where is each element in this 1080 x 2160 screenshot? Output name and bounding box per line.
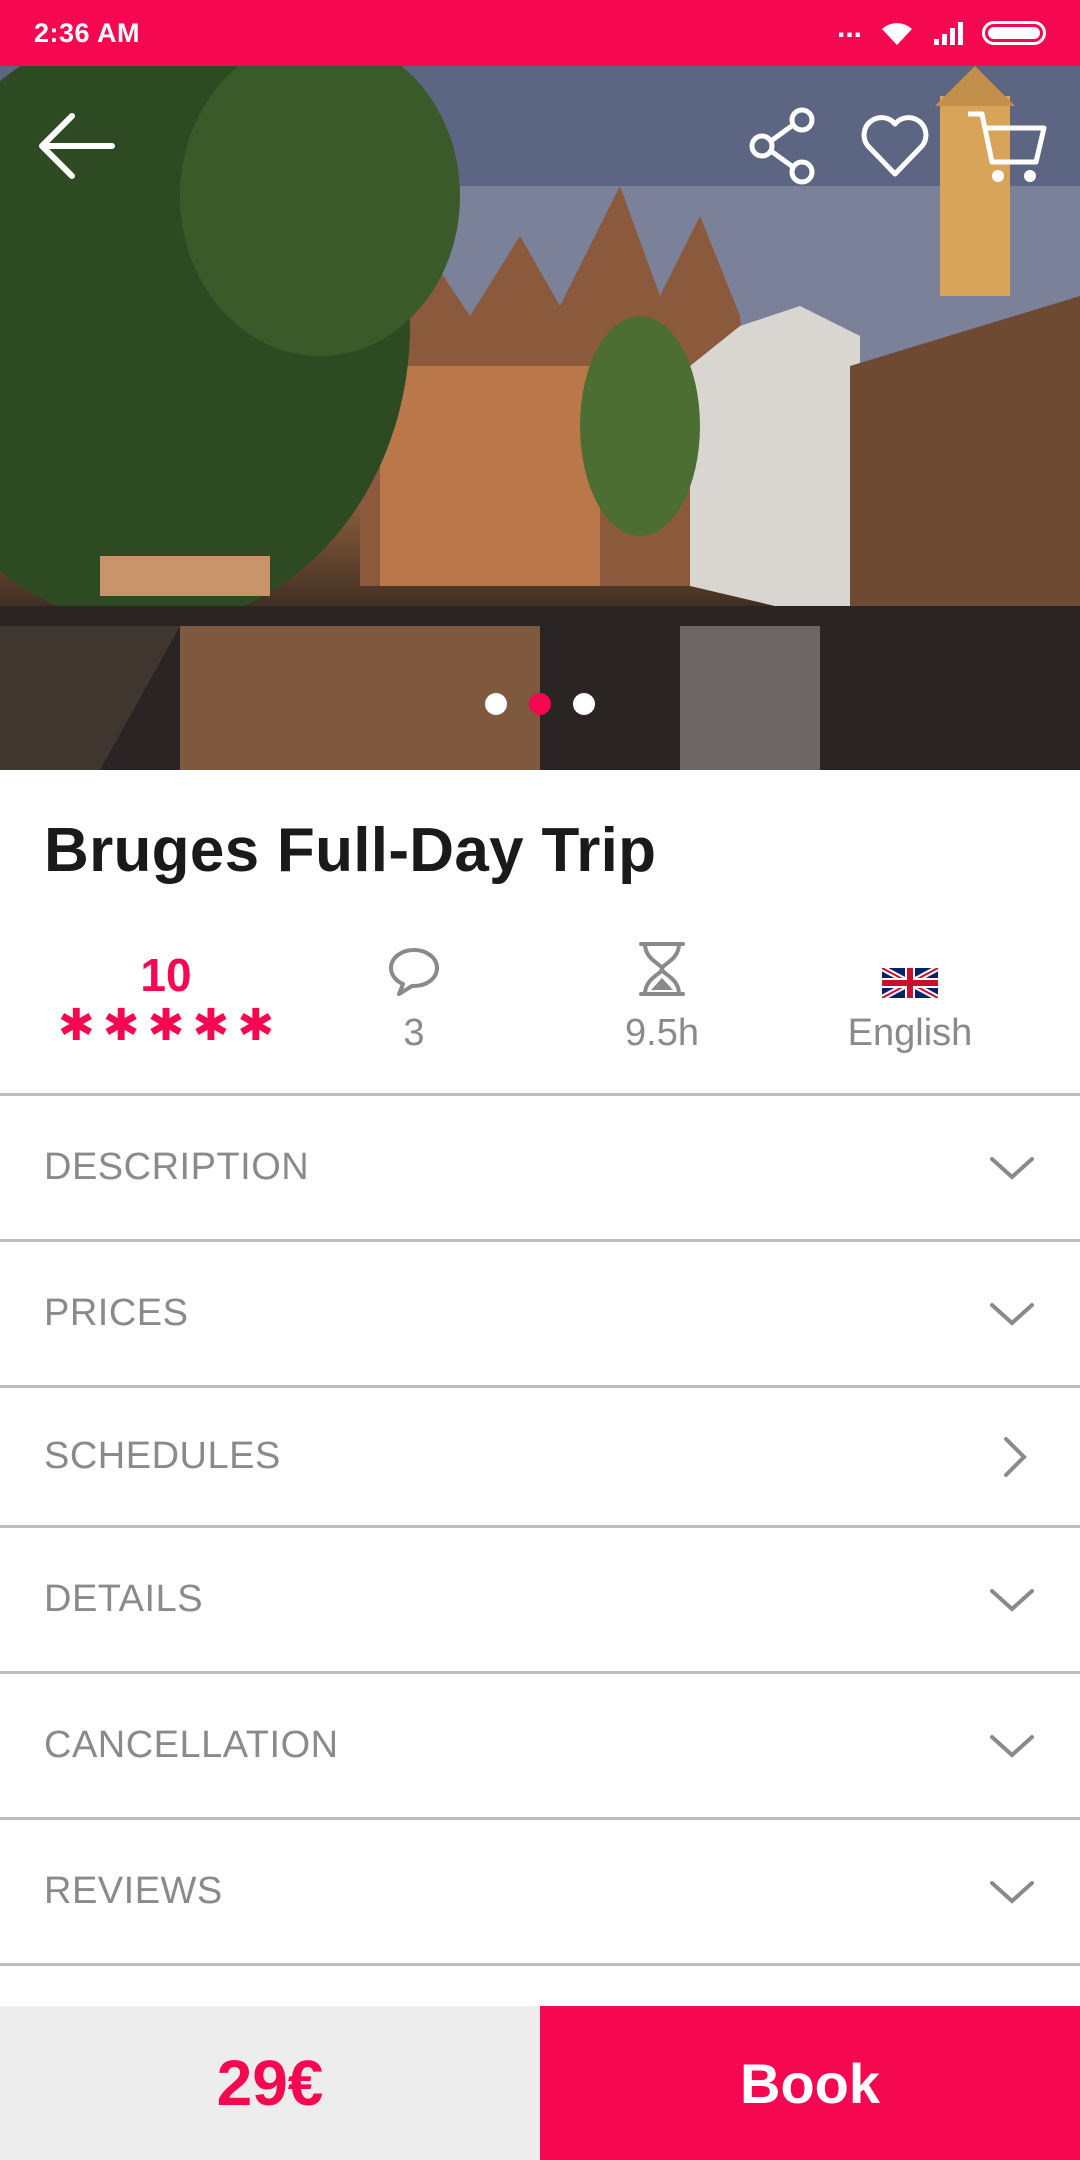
duration-value: 9.5h — [625, 1012, 699, 1054]
rating-stat[interactable]: 10 ✱ ✱ ✱ ✱ ✱ — [42, 930, 290, 1050]
language-stat: English — [786, 930, 1034, 1055]
book-button-label: Book — [740, 2051, 880, 2115]
carousel-indicator[interactable] — [0, 693, 1080, 715]
carousel-dot[interactable] — [485, 693, 507, 715]
rating-value: 10 — [140, 949, 192, 1001]
chevron-down-icon — [990, 1734, 1034, 1758]
battery-icon — [982, 21, 1046, 45]
section-cancellation[interactable]: CANCELLATION — [0, 1674, 1080, 1820]
tour-title: Bruges Full-Day Trip — [44, 816, 657, 885]
share-icon[interactable] — [748, 106, 820, 186]
star-icon: ✱ — [102, 1001, 140, 1050]
star-icon: ✱ — [147, 1001, 185, 1050]
language-value: English — [847, 1012, 973, 1054]
hero-image[interactable] — [0, 66, 1080, 770]
signal-icon — [934, 22, 963, 45]
section-description[interactable]: DESCRIPTION — [0, 1096, 1080, 1242]
reviews-stat[interactable]: 3 — [290, 930, 538, 1055]
reviews-count: 3 — [403, 1012, 425, 1054]
chevron-down-icon — [990, 1588, 1034, 1612]
wifi-icon — [882, 23, 912, 45]
chevron-down-icon — [990, 1156, 1034, 1180]
section-prices[interactable]: PRICES — [0, 1242, 1080, 1388]
section-schedules[interactable]: SCHEDULES — [0, 1388, 1080, 1528]
status-icons: ... — [837, 13, 1046, 47]
section-label: DESCRIPTION — [44, 1146, 310, 1188]
section-label: REVIEWS — [44, 1870, 223, 1912]
rating-stars: ✱ ✱ ✱ ✱ ✱ — [42, 1001, 290, 1050]
section-label: PRICES — [44, 1292, 189, 1334]
cart-icon[interactable] — [964, 106, 1048, 190]
section-label: SCHEDULES — [44, 1435, 281, 1477]
details-accordion: DESCRIPTION PRICES SCHEDULES DETAILS CAN… — [0, 1093, 1080, 1966]
price-value: 29€ — [216, 2047, 324, 2119]
section-label: DETAILS — [44, 1578, 204, 1620]
status-time: 2:36 AM — [34, 17, 141, 48]
star-icon: ✱ — [57, 1001, 95, 1050]
chevron-down-icon — [990, 1880, 1034, 1904]
status-dots: ... — [836, 11, 862, 44]
carousel-dot-active[interactable] — [529, 693, 551, 715]
section-details[interactable]: DETAILS — [0, 1528, 1080, 1674]
star-icon: ✱ — [192, 1001, 230, 1050]
comment-icon — [389, 948, 439, 996]
booking-bar: 29€ Book — [0, 2006, 1080, 2160]
hourglass-icon — [639, 942, 685, 996]
duration-stat: 9.5h — [538, 930, 786, 1055]
stats-row: 10 ✱ ✱ ✱ ✱ ✱ 3 9.5h English — [0, 930, 1080, 1070]
price-box: 29€ — [0, 2006, 540, 2160]
heart-icon[interactable] — [858, 106, 932, 186]
book-button[interactable]: Book — [540, 2006, 1080, 2160]
chevron-right-icon — [1004, 1436, 1027, 1477]
star-icon: ✱ — [237, 1001, 275, 1050]
status-bar: 2:36 AM ... — [0, 0, 1080, 66]
back-arrow-icon[interactable] — [36, 106, 116, 186]
uk-flag-icon — [882, 968, 938, 998]
section-label: CANCELLATION — [44, 1724, 339, 1766]
chevron-down-icon — [990, 1302, 1034, 1326]
section-reviews[interactable]: REVIEWS — [0, 1820, 1080, 1966]
carousel-dot[interactable] — [573, 693, 595, 715]
